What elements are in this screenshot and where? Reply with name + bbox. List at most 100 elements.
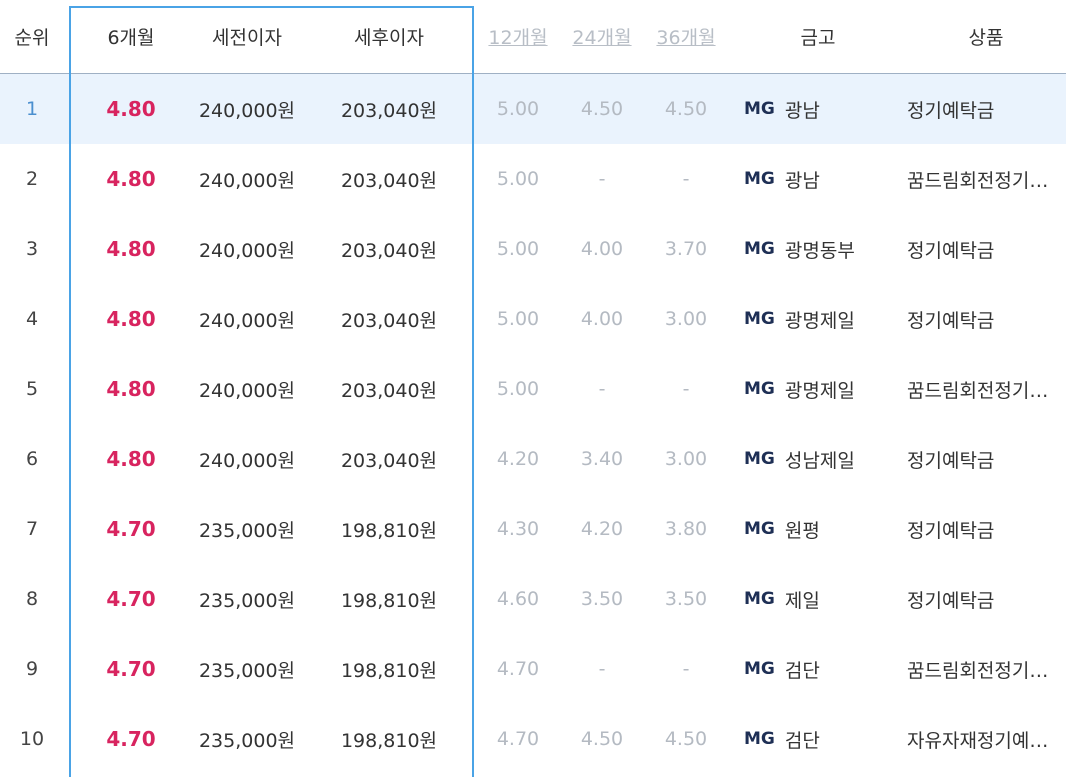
post-tax-interest-cell: 203,040원 xyxy=(340,99,438,122)
rank-cell: 5 xyxy=(25,378,39,400)
bank-name: 원평 xyxy=(784,519,820,542)
rate-24month-cell: - xyxy=(598,168,606,190)
mg-logo: MG xyxy=(744,309,775,329)
bank-cell: MG 광명제일 xyxy=(744,354,884,424)
product-name[interactable]: 꿈드림회전정기… xyxy=(907,376,1048,403)
rank-cell: 6 xyxy=(25,448,39,470)
product-name[interactable]: 정기예탁금 xyxy=(907,96,994,123)
pre-tax-interest-cell: 240,000원 xyxy=(198,309,296,332)
rate-36month-cell: 3.50 xyxy=(664,588,708,610)
header-12month-link[interactable]: 12개월 xyxy=(478,0,558,73)
table-row[interactable]: 3 4.80 240,000원 203,040원 5.00 4.00 3.70 MG 광명동부 정… xyxy=(0,214,1066,284)
rank-cell: 9 xyxy=(25,658,39,680)
rate-24month-cell: 3.50 xyxy=(580,588,624,610)
rate-24month-cell: 4.00 xyxy=(580,238,624,260)
product-name[interactable]: 꿈드림회전정기… xyxy=(907,166,1048,193)
product-cell[interactable]: 정기예탁금 xyxy=(907,494,1057,564)
product-cell[interactable]: 정기예탁금 xyxy=(907,214,1057,284)
post-tax-interest-cell: 198,810원 xyxy=(340,519,438,542)
bank-cell: MG 원평 xyxy=(744,494,884,564)
table-row[interactable]: 1 4.80 240,000원 203,040원 5.00 4.50 4.50 MG 광남 정기예… xyxy=(0,74,1066,144)
post-tax-interest-cell: 203,040원 xyxy=(340,239,438,262)
rate-24month-cell: 4.50 xyxy=(580,98,624,120)
product-name[interactable]: 정기예탁금 xyxy=(907,306,994,333)
table-row[interactable]: 10 4.70 235,000원 198,810원 4.70 4.50 4.50 MG 검단 자유… xyxy=(0,704,1066,774)
pre-tax-interest-cell: 235,000원 xyxy=(198,519,296,542)
header-36month-link[interactable]: 36개월 xyxy=(646,0,726,73)
product-cell[interactable]: 자유자재정기예… xyxy=(907,704,1057,774)
rate-24month-cell: 4.00 xyxy=(580,308,624,330)
rate-12month-cell: 5.00 xyxy=(496,378,540,400)
rate-6month-cell: 4.80 xyxy=(106,307,156,331)
rate-6month-cell: 4.80 xyxy=(106,377,156,401)
rate-12month-cell: 4.70 xyxy=(496,728,540,750)
bank-name: 검단 xyxy=(784,729,820,752)
pre-tax-interest-cell: 235,000원 xyxy=(198,729,296,752)
product-name[interactable]: 정기예탁금 xyxy=(907,446,994,473)
rate-6month-cell: 4.70 xyxy=(106,657,156,681)
rank-cell: 2 xyxy=(25,168,39,190)
rate-36month-cell: 3.80 xyxy=(664,518,708,540)
header-post-tax-interest: 세후이자 xyxy=(354,27,424,49)
product-name[interactable]: 자유자재정기예… xyxy=(907,726,1048,753)
rate-24month-cell: 4.50 xyxy=(580,728,624,750)
rank-cell: 3 xyxy=(25,238,39,260)
rate-12month-cell: 5.00 xyxy=(496,308,540,330)
product-cell[interactable]: 정기예탁금 xyxy=(907,284,1057,354)
rate-6month-cell: 4.80 xyxy=(106,447,156,471)
bank-cell: MG 성남제일 xyxy=(744,424,884,494)
table-row[interactable]: 6 4.80 240,000원 203,040원 4.20 3.40 3.00 MG 성남제일 정… xyxy=(0,424,1066,494)
product-name[interactable]: 꿈드림회전정기… xyxy=(907,656,1048,683)
header-bank: 금고 xyxy=(800,27,836,49)
post-tax-interest-cell: 198,810원 xyxy=(340,729,438,752)
product-cell[interactable]: 정기예탁금 xyxy=(907,424,1057,494)
rate-36month-cell: - xyxy=(682,378,690,400)
rate-6month-cell: 4.70 xyxy=(106,517,156,541)
pre-tax-interest-cell: 235,000원 xyxy=(198,659,296,682)
bank-cell: MG 광남 xyxy=(744,144,884,214)
rank-cell: 10 xyxy=(19,728,45,750)
table-row[interactable]: 7 4.70 235,000원 198,810원 4.30 4.20 3.80 MG 원평 정기예… xyxy=(0,494,1066,564)
product-cell[interactable]: 꿈드림회전정기… xyxy=(907,354,1057,424)
rate-12month-cell: 5.00 xyxy=(496,238,540,260)
mg-logo: MG xyxy=(744,99,775,119)
rate-36month-cell: - xyxy=(682,168,690,190)
rate-24month-cell: - xyxy=(598,378,606,400)
pre-tax-interest-cell: 240,000원 xyxy=(198,239,296,262)
table-row[interactable]: 8 4.70 235,000원 198,810원 4.60 3.50 3.50 MG 제일 정기예… xyxy=(0,564,1066,634)
product-cell[interactable]: 정기예탁금 xyxy=(907,564,1057,634)
product-name[interactable]: 정기예탁금 xyxy=(907,586,994,613)
rate-6month-cell: 4.80 xyxy=(106,167,156,191)
pre-tax-interest-cell: 240,000원 xyxy=(198,379,296,402)
table-row[interactable]: 2 4.80 240,000원 203,040원 5.00 - - MG 광남 꿈드림회전정기… xyxy=(0,144,1066,214)
product-cell[interactable]: 정기예탁금 xyxy=(907,74,1057,144)
bank-name: 광남 xyxy=(784,169,820,192)
product-cell[interactable]: 꿈드림회전정기… xyxy=(907,634,1057,704)
product-name[interactable]: 정기예탁금 xyxy=(907,236,994,263)
rank-cell: 7 xyxy=(25,518,39,540)
rate-6month-cell: 4.80 xyxy=(106,97,156,121)
mg-logo: MG xyxy=(744,239,775,259)
bank-cell: MG 검단 xyxy=(744,704,884,774)
rate-12month-cell: 5.00 xyxy=(496,168,540,190)
product-name[interactable]: 정기예탁금 xyxy=(907,516,994,543)
rate-24month-cell: - xyxy=(598,658,606,680)
post-tax-interest-cell: 198,810원 xyxy=(340,589,438,612)
header-24month-link[interactable]: 24개월 xyxy=(562,0,642,73)
mg-logo: MG xyxy=(744,519,775,539)
product-cell[interactable]: 꿈드림회전정기… xyxy=(907,144,1057,214)
bank-cell: MG 제일 xyxy=(744,564,884,634)
header-rank: 순위 xyxy=(14,27,50,49)
pre-tax-interest-cell: 240,000원 xyxy=(198,99,296,122)
bank-name: 광명제일 xyxy=(784,309,855,332)
table-row[interactable]: 9 4.70 235,000원 198,810원 4.70 - - MG 검단 꿈드림회전정기… xyxy=(0,634,1066,704)
table-header: 순위 6개월 세전이자 세후이자 12개월 24개월 36개월 금고 상품 xyxy=(0,0,1066,74)
rate-24month-cell: 3.40 xyxy=(580,448,624,470)
table-row[interactable]: 5 4.80 240,000원 203,040원 5.00 - - MG 광명제일 꿈드림회전정기… xyxy=(0,354,1066,424)
rate-table: 순위 6개월 세전이자 세후이자 12개월 24개월 36개월 금고 상품 1 4… xyxy=(0,0,1066,774)
rank-cell: 4 xyxy=(25,308,39,330)
post-tax-interest-cell: 203,040원 xyxy=(340,449,438,472)
header-6month[interactable]: 6개월 xyxy=(72,0,190,73)
rate-36month-cell: - xyxy=(682,658,690,680)
table-row[interactable]: 4 4.80 240,000원 203,040원 5.00 4.00 3.00 MG 광명제일 정… xyxy=(0,284,1066,354)
